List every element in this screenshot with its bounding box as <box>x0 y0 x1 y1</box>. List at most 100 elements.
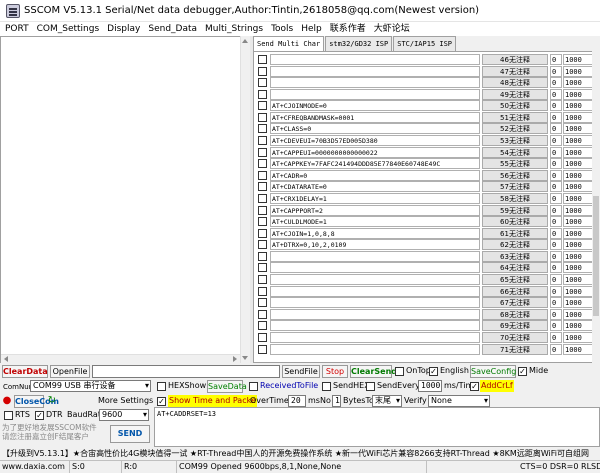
row-order-input[interactable]: 0 <box>550 192 562 204</box>
send-text-input[interactable]: AT+CADDRSET=13 <box>154 407 600 447</box>
more-settings-label[interactable]: More Settings <box>98 395 153 407</box>
row-delay-input[interactable]: 1000 <box>563 135 592 147</box>
show-time-checkbox[interactable] <box>157 397 166 406</box>
row-send-button[interactable]: 70无注释 <box>482 331 548 343</box>
row-checkbox[interactable] <box>258 298 267 308</box>
send-every-checkbox[interactable] <box>366 382 375 391</box>
save-data-button[interactable]: SaveData <box>207 380 247 393</box>
row-order-input[interactable]: 0 <box>550 65 562 77</box>
received-to-file-label[interactable]: ReceivedToFile <box>260 380 318 392</box>
row-delay-input[interactable]: 1000 <box>563 285 592 297</box>
row-checkbox[interactable] <box>258 101 267 111</box>
row-checkbox[interactable] <box>258 332 267 342</box>
row-delay-input[interactable]: 1000 <box>563 320 592 332</box>
row-send-button[interactable]: 51无注释 <box>482 111 548 123</box>
row-command-input[interactable]: AT+CAPPKEY=7FAFC241494DDD85E77840E60748E… <box>270 158 480 170</box>
baudrate-select[interactable]: 9600 <box>99 409 149 421</box>
grid-vertical-scrollbar[interactable] <box>592 51 600 363</box>
row-command-input[interactable] <box>270 77 480 89</box>
row-command-input[interactable] <box>270 320 480 332</box>
row-send-button[interactable]: 60无注释 <box>482 216 548 228</box>
row-send-button[interactable]: 64无注释 <box>482 262 548 274</box>
row-delay-input[interactable]: 1000 <box>563 158 592 170</box>
open-file-button[interactable]: OpenFile <box>50 365 90 378</box>
menu-port[interactable]: PORT <box>0 22 32 36</box>
menu-help[interactable]: Help <box>296 22 325 36</box>
com-port-select[interactable]: COM99 USB 串行设备 <box>30 380 151 392</box>
row-checkbox[interactable] <box>258 66 267 76</box>
row-order-input[interactable]: 0 <box>550 169 562 181</box>
scroll-down-arrow-icon[interactable] <box>242 356 248 360</box>
row-order-input[interactable]: 0 <box>550 77 562 89</box>
row-command-input[interactable]: AT+CDATARATE=0 <box>270 181 480 193</box>
overtime-input[interactable]: 20 <box>288 395 306 407</box>
row-command-input[interactable]: AT+CAPPPORT=2 <box>270 204 480 216</box>
row-send-button[interactable]: 66无注释 <box>482 285 548 297</box>
promo-line-2[interactable]: 请您注册嘉立创F结尾客户 <box>2 432 89 441</box>
row-send-button[interactable]: 71无注释 <box>482 343 548 355</box>
stop-button[interactable]: Stop <box>322 365 348 378</box>
row-delay-input[interactable]: 1000 <box>563 262 592 274</box>
received-to-file-checkbox[interactable] <box>249 382 258 391</box>
row-command-input[interactable] <box>270 88 480 100</box>
row-command-input[interactable]: AT+CLASS=0 <box>270 123 480 135</box>
row-order-input[interactable]: 0 <box>550 204 562 216</box>
row-delay-input[interactable]: 1000 <box>563 239 592 251</box>
row-order-input[interactable]: 0 <box>550 135 562 147</box>
status-site[interactable]: www.daxia.com <box>0 461 70 473</box>
add-crlf-checkbox[interactable] <box>470 382 479 391</box>
grid-scroll-thumb[interactable] <box>593 196 599 316</box>
row-order-input[interactable]: 0 <box>550 320 562 332</box>
send-hex-checkbox[interactable] <box>322 382 331 391</box>
row-command-input[interactable] <box>270 297 480 309</box>
row-checkbox[interactable] <box>258 344 267 354</box>
send-file-button[interactable]: SendFile <box>282 365 320 378</box>
row-send-button[interactable]: 62无注释 <box>482 239 548 251</box>
row-checkbox[interactable] <box>258 147 267 157</box>
row-command-input[interactable]: AT+CRX1DELAY=1 <box>270 192 480 204</box>
row-send-button[interactable]: 54无注释 <box>482 146 548 158</box>
row-command-input[interactable] <box>270 274 480 286</box>
row-delay-input[interactable]: 1000 <box>563 88 592 100</box>
row-order-input[interactable]: 0 <box>550 123 562 135</box>
row-order-input[interactable]: 0 <box>550 297 562 309</box>
row-command-input[interactable] <box>270 285 480 297</box>
send-button[interactable]: SEND <box>110 425 150 443</box>
row-order-input[interactable]: 0 <box>550 111 562 123</box>
row-order-input[interactable]: 0 <box>550 100 562 112</box>
row-delay-input[interactable]: 1000 <box>563 274 592 286</box>
row-order-input[interactable]: 0 <box>550 250 562 262</box>
row-send-button[interactable]: 68无注释 <box>482 308 548 320</box>
row-checkbox[interactable] <box>258 321 267 331</box>
row-checkbox[interactable] <box>258 159 267 169</box>
row-checkbox[interactable] <box>258 275 267 285</box>
row-send-button[interactable]: 57无注释 <box>482 181 548 193</box>
close-com-button[interactable]: CloseCom <box>14 395 59 408</box>
send-every-input[interactable]: 1000 <box>418 380 442 392</box>
receive-horizontal-scrollbar[interactable] <box>1 354 240 363</box>
row-command-input[interactable] <box>270 308 480 320</box>
row-order-input[interactable]: 0 <box>550 54 562 65</box>
row-command-input[interactable]: AT+CDEVEUI=70B3D57ED005D380 <box>270 135 480 147</box>
row-order-input[interactable]: 0 <box>550 308 562 320</box>
row-send-button[interactable]: 59无注释 <box>482 204 548 216</box>
menu-display[interactable]: Display <box>102 22 143 36</box>
row-checkbox[interactable] <box>258 217 267 227</box>
row-order-input[interactable]: 0 <box>550 331 562 343</box>
menu-forum[interactable]: 大虾论坛 <box>369 22 413 36</box>
clear-data-button[interactable]: ClearData <box>2 365 48 378</box>
row-command-input[interactable]: AT+CJOIN=1,0,8,8 <box>270 227 480 239</box>
bytes-to-select[interactable]: 末尾 <box>372 395 402 407</box>
row-command-input[interactable] <box>270 54 480 65</box>
row-send-button[interactable]: 63无注释 <box>482 250 548 262</box>
promo-line-1[interactable]: 为了更好地发展SSCOM软件 <box>2 423 97 432</box>
row-order-input[interactable]: 0 <box>550 227 562 239</box>
menu-send-data[interactable]: Send_Data <box>143 22 200 36</box>
row-checkbox[interactable] <box>258 240 267 250</box>
row-command-input[interactable]: AT+CULDLMODE=1 <box>270 216 480 228</box>
row-checkbox[interactable] <box>258 55 267 64</box>
row-checkbox[interactable] <box>258 136 267 146</box>
row-delay-input[interactable]: 1000 <box>563 250 592 262</box>
row-checkbox[interactable] <box>258 124 267 134</box>
row-delay-input[interactable]: 1000 <box>563 343 592 355</box>
